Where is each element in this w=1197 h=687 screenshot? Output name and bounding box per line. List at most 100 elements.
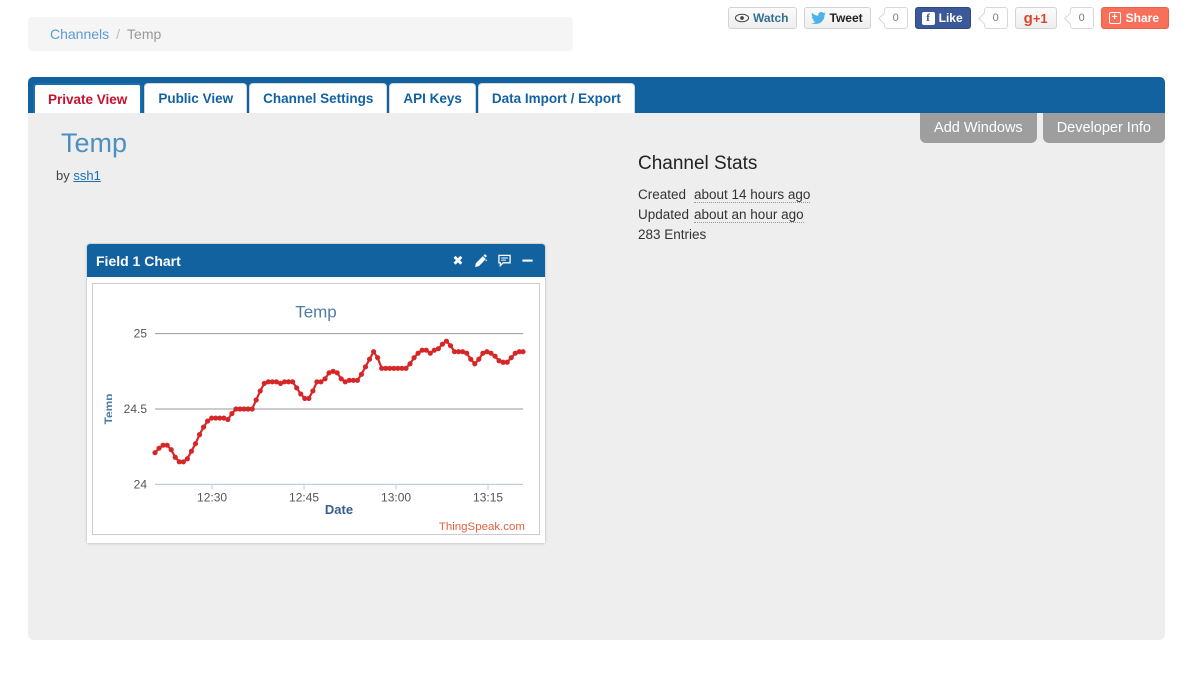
channel-content-panel: Temp by ssh1 Channel Stats Created about … <box>28 113 1165 640</box>
temp-line-chart: Temp Temp 24 24.5 25 12:30 12:45 13:00 13:15 <box>102 303 526 533</box>
chart-y-tick: 24.5 <box>124 402 148 416</box>
chart-y-axis-label: Temp <box>102 394 116 425</box>
add-windows-button[interactable]: Add Windows <box>920 113 1037 143</box>
tab-public-view[interactable]: Public View <box>144 83 248 113</box>
channel-author-line: by ssh1 <box>56 168 101 183</box>
chart-data-point <box>249 406 255 412</box>
chart-data-point <box>375 355 381 361</box>
chart-data-point <box>443 338 450 344</box>
chart-series-line <box>153 340 525 463</box>
chart-data-point <box>366 356 373 362</box>
created-value: about 14 hours ago <box>694 187 811 203</box>
secondary-toolbar: Add Windows Developer Info <box>920 113 1165 143</box>
chart-data-point <box>225 416 231 423</box>
author-link[interactable]: ssh1 <box>73 168 100 183</box>
chart-data-point <box>370 349 377 355</box>
chart-data-point <box>407 361 413 367</box>
chart-data-point <box>334 370 340 376</box>
like-count: 0 <box>983 7 1008 29</box>
channel-tab-bar: Private View Public View Channel Setting… <box>28 77 1165 113</box>
chart-data-point <box>200 424 207 430</box>
facebook-like-button[interactable]: f Like <box>914 7 971 29</box>
updated-value: about an hour ago <box>694 207 804 223</box>
chart-data-point <box>358 371 365 377</box>
created-label: Created <box>638 187 687 202</box>
tweet-button[interactable]: Tweet <box>803 7 871 29</box>
chart-data-point <box>362 364 369 370</box>
eye-icon <box>734 13 749 23</box>
chart-container: Temp Temp 24 24.5 25 12:30 12:45 13:00 13:15 <box>92 283 540 535</box>
annotation-icon[interactable] <box>497 254 511 268</box>
watch-button[interactable]: Watch <box>727 7 797 29</box>
chart-x-tick: 13:00 <box>381 490 411 504</box>
chart-data-point <box>476 356 482 362</box>
widget-header: Field 1 Chart ✖ <box>87 244 545 277</box>
chart-x-axis-label: Date <box>325 502 353 517</box>
stats-row-created: Created about 14 hours ago <box>638 186 811 204</box>
tab-private-view[interactable]: Private View <box>33 83 143 113</box>
chart-data-point <box>322 376 328 382</box>
developer-info-button[interactable]: Developer Info <box>1042 113 1165 143</box>
minimize-icon[interactable] <box>520 254 534 268</box>
chart-data-point <box>229 410 235 417</box>
gplus-label: +1 <box>1032 10 1048 26</box>
chart-y-tick: 25 <box>134 327 148 341</box>
breadcrumb-channels-link[interactable]: Channels <box>50 26 109 42</box>
widget-controls: ✖ <box>451 254 534 268</box>
breadcrumb-current: Temp <box>127 26 162 42</box>
chart-watermark: ThingSpeak.com <box>439 521 525 533</box>
chart-data-point <box>306 395 312 402</box>
chart-data-point <box>411 355 417 361</box>
channel-stats: Channel Stats Created about 14 hours ago … <box>638 153 811 244</box>
google-g-icon: g <box>1023 9 1033 27</box>
chart-data-point <box>520 349 526 355</box>
chart-data-point <box>294 385 300 391</box>
tab-channel-settings[interactable]: Channel Settings <box>249 83 388 113</box>
chart-data-point <box>504 359 510 365</box>
chart-series-points <box>152 338 526 465</box>
tweet-label: Tweet <box>829 11 863 25</box>
chart-x-tick: 12:45 <box>289 490 319 504</box>
plus-box-icon: + <box>1108 12 1121 24</box>
chart-x-tick: 13:15 <box>473 490 503 504</box>
chart-data-point <box>253 397 259 403</box>
close-icon[interactable]: ✖ <box>451 254 465 268</box>
by-prefix: by <box>56 168 70 183</box>
chart-data-point <box>164 442 170 448</box>
like-label: Like <box>938 11 963 25</box>
chart-data-point <box>172 454 178 460</box>
edit-icon[interactable] <box>474 254 488 268</box>
tab-data-import-export[interactable]: Data Import / Export <box>477 83 635 113</box>
chart-data-point <box>192 441 199 447</box>
tab-api-keys[interactable]: API Keys <box>389 83 476 113</box>
chart-data-point <box>447 343 454 349</box>
share-button[interactable]: + Share <box>1100 7 1169 29</box>
chart-data-point <box>403 365 409 371</box>
field-1-chart-widget: Field 1 Chart ✖ Temp Temp 24 24.5 25 12:… <box>86 243 546 544</box>
chart-x-tick: 12:30 <box>197 490 227 504</box>
google-plus-one-button[interactable]: g +1 <box>1014 7 1057 29</box>
chart-data-point <box>464 350 470 356</box>
chart-data-point <box>152 450 158 456</box>
chart-y-tick: 24 <box>134 477 148 491</box>
chart-data-point <box>196 432 203 438</box>
chart-data-point <box>188 448 195 454</box>
watch-label: Watch <box>752 11 789 25</box>
twitter-bird-icon <box>810 12 826 24</box>
page-title: Temp <box>61 128 128 158</box>
share-label: Share <box>1125 11 1159 25</box>
chart-data-point <box>468 356 474 362</box>
chart-data-point <box>290 379 296 385</box>
chart-data-point <box>354 377 360 383</box>
chart-data-point <box>508 355 514 361</box>
facebook-f-icon: f <box>921 11 935 25</box>
chart-data-point <box>310 388 316 394</box>
chart-data-point <box>257 388 263 394</box>
updated-label: Updated <box>638 207 690 222</box>
chart-y-tick-labels: 24 24.5 25 <box>124 327 148 492</box>
social-share-bar: Watch Tweet 0 f Like 0 g +1 0 + Share <box>727 6 1169 30</box>
widget-title: Field 1 Chart <box>96 252 181 269</box>
chart-data-point <box>298 391 304 397</box>
channel-stats-heading: Channel Stats <box>638 153 758 174</box>
breadcrumb: Channels / Temp <box>28 17 573 51</box>
